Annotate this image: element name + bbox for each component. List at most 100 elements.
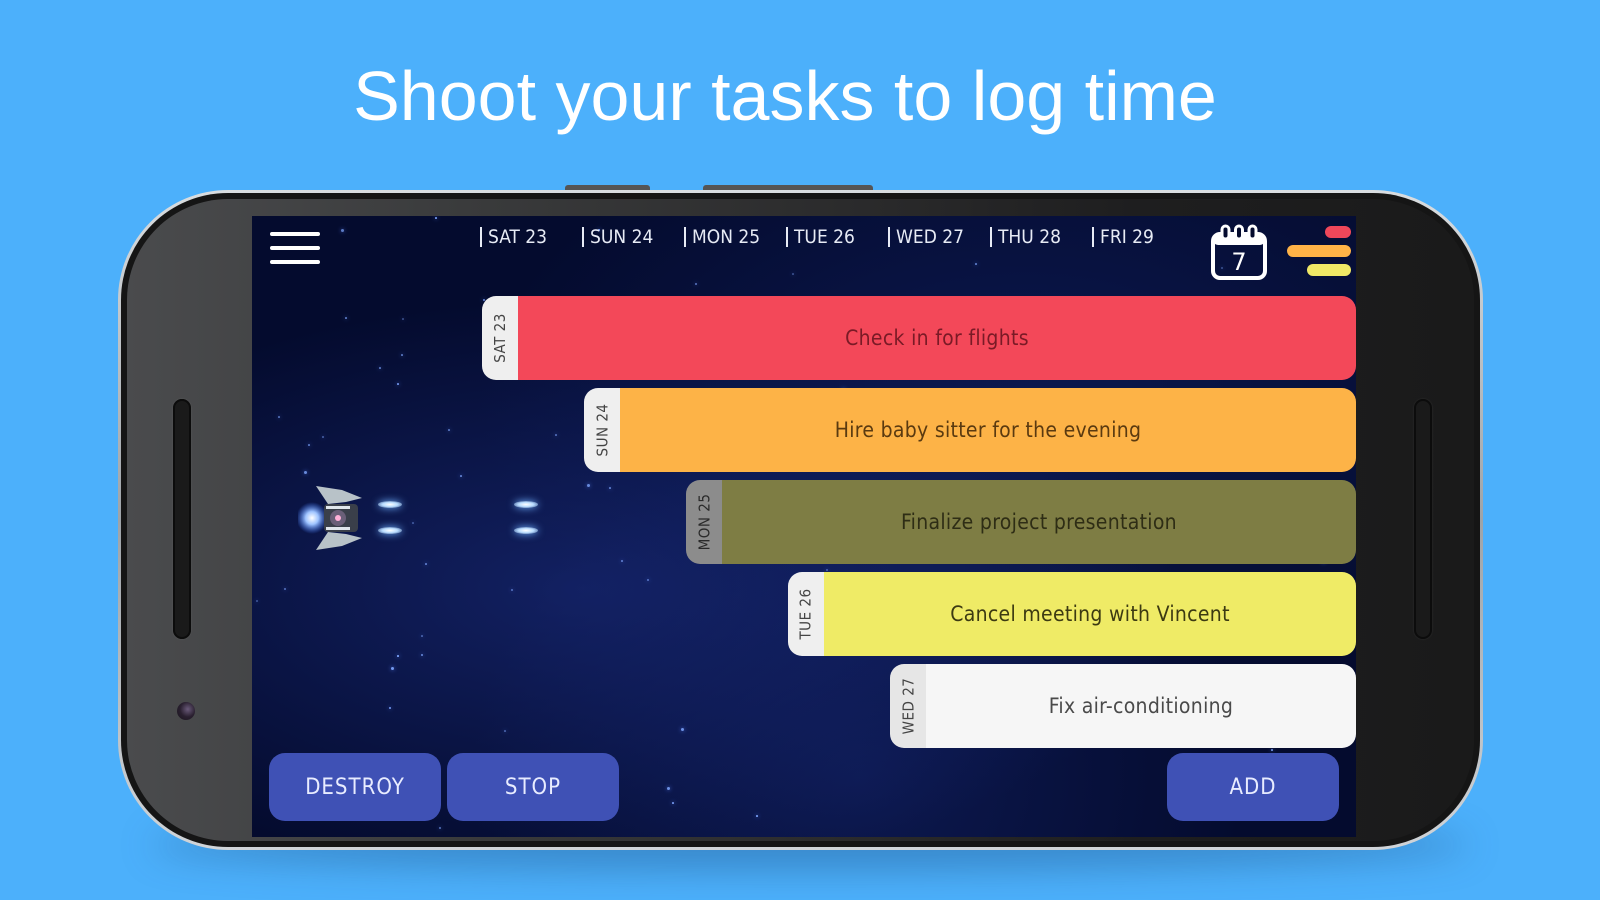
- game-screen[interactable]: SAT 23 SUN 24 MON 25 TUE 26 WED 27 THU 2…: [252, 216, 1356, 837]
- stop-button[interactable]: STOP: [447, 753, 619, 821]
- task-day-tag: WED 27: [890, 664, 926, 748]
- task-bar[interactable]: MON 25 Finalize project presentation: [686, 480, 1356, 564]
- task-day-label: SAT 23: [491, 313, 510, 363]
- star: [511, 589, 513, 591]
- task-bar[interactable]: SAT 23 Check in for flights: [482, 296, 1356, 380]
- stack-bar-red: [1325, 226, 1351, 238]
- task-title: Check in for flights: [518, 296, 1356, 380]
- day-mon[interactable]: MON 25: [684, 222, 786, 252]
- day-sun[interactable]: SUN 24: [582, 222, 684, 252]
- star: [460, 475, 462, 477]
- star: [695, 283, 697, 285]
- left-speaker-grille: [173, 399, 191, 639]
- day-tick: [786, 227, 788, 247]
- day-label: SAT 23: [488, 226, 548, 248]
- task-day-tag: TUE 26: [788, 572, 824, 656]
- star: [672, 802, 674, 804]
- star: [1271, 749, 1273, 751]
- star: [792, 273, 794, 275]
- star: [826, 569, 828, 571]
- star: [391, 667, 394, 670]
- star: [421, 635, 423, 637]
- calendar-icon: 7: [1211, 224, 1267, 280]
- day-tick: [684, 227, 686, 247]
- star: [412, 522, 414, 524]
- hamburger-menu-icon-line: [270, 260, 320, 264]
- color-filter-button[interactable]: [1287, 224, 1351, 278]
- volume-button: [703, 185, 873, 190]
- task-bar[interactable]: SUN 24 Hire baby sitter for the evening: [584, 388, 1356, 472]
- day-label: FRI 29: [1100, 226, 1154, 248]
- promo-headline: Shoot your tasks to log time: [353, 57, 1217, 135]
- stack-bar-yellow: [1307, 264, 1351, 276]
- task-title: Finalize project presentation: [722, 480, 1356, 564]
- star: [555, 434, 557, 436]
- star: [435, 217, 437, 219]
- star: [681, 728, 684, 731]
- day-fri[interactable]: FRI 29: [1092, 222, 1194, 252]
- day-tick: [480, 227, 482, 247]
- star: [401, 354, 403, 356]
- star: [284, 588, 286, 590]
- calendar-button[interactable]: 7: [1209, 222, 1269, 282]
- star: [975, 263, 977, 265]
- star: [402, 318, 404, 320]
- star: [609, 487, 611, 489]
- power-button: [565, 185, 650, 190]
- day-tick: [582, 227, 584, 247]
- task-day-tag: SAT 23: [482, 296, 518, 380]
- day-thu[interactable]: THU 28: [990, 222, 1092, 252]
- task-day-label: WED 27: [899, 677, 917, 735]
- day-sat[interactable]: SAT 23: [480, 222, 582, 252]
- task-day-tag: SUN 24: [584, 388, 620, 472]
- task-day-label: MON 25: [695, 493, 713, 551]
- star: [425, 563, 427, 565]
- day-tick: [888, 227, 890, 247]
- add-button[interactable]: ADD: [1167, 753, 1339, 821]
- task-bar[interactable]: WED 27 Fix air-conditioning: [890, 664, 1356, 748]
- star: [397, 655, 399, 657]
- spaceship[interactable]: [296, 478, 378, 558]
- day-tue[interactable]: TUE 26: [786, 222, 888, 252]
- day-label: WED 27: [896, 226, 965, 248]
- spaceship-icon: [296, 486, 362, 550]
- hamburger-menu-icon-line: [270, 246, 320, 250]
- day-label: SUN 24: [590, 226, 654, 248]
- day-tick: [1092, 227, 1094, 247]
- star: [504, 730, 506, 732]
- laser-shot: [514, 501, 538, 508]
- star: [621, 560, 623, 562]
- day-timeline: SAT 23 SUN 24 MON 25 TUE 26 WED 27 THU 2…: [480, 222, 1194, 252]
- day-tick: [990, 227, 992, 247]
- stack-bar-orange: [1287, 245, 1351, 257]
- task-title: Cancel meeting with Vincent: [824, 572, 1356, 656]
- day-label: THU 28: [998, 226, 1061, 248]
- right-speaker-grille: [1414, 399, 1432, 639]
- star: [341, 229, 344, 232]
- star: [322, 436, 324, 438]
- star: [389, 707, 391, 709]
- day-label: MON 25: [692, 226, 761, 248]
- destroy-button[interactable]: DESTROY: [269, 753, 441, 821]
- calendar-day-count: 7: [1231, 248, 1246, 276]
- star: [304, 471, 307, 474]
- menu-button[interactable]: [268, 230, 322, 270]
- star: [448, 429, 450, 431]
- hamburger-menu-icon: [270, 232, 320, 236]
- star: [421, 654, 423, 656]
- day-label: TUE 26: [794, 226, 855, 248]
- laser-shot: [378, 527, 402, 534]
- task-bar[interactable]: TUE 26 Cancel meeting with Vincent: [788, 572, 1356, 656]
- task-day-label: TUE 26: [797, 588, 816, 640]
- laser-shot: [514, 527, 538, 534]
- task-day-label: SUN 24: [593, 403, 611, 457]
- star: [345, 317, 347, 319]
- front-camera: [177, 702, 195, 720]
- star: [756, 815, 758, 817]
- day-wed[interactable]: WED 27: [888, 222, 990, 252]
- star: [278, 416, 280, 418]
- star: [439, 827, 441, 829]
- star: [647, 579, 649, 581]
- star: [397, 383, 399, 385]
- star: [587, 484, 590, 487]
